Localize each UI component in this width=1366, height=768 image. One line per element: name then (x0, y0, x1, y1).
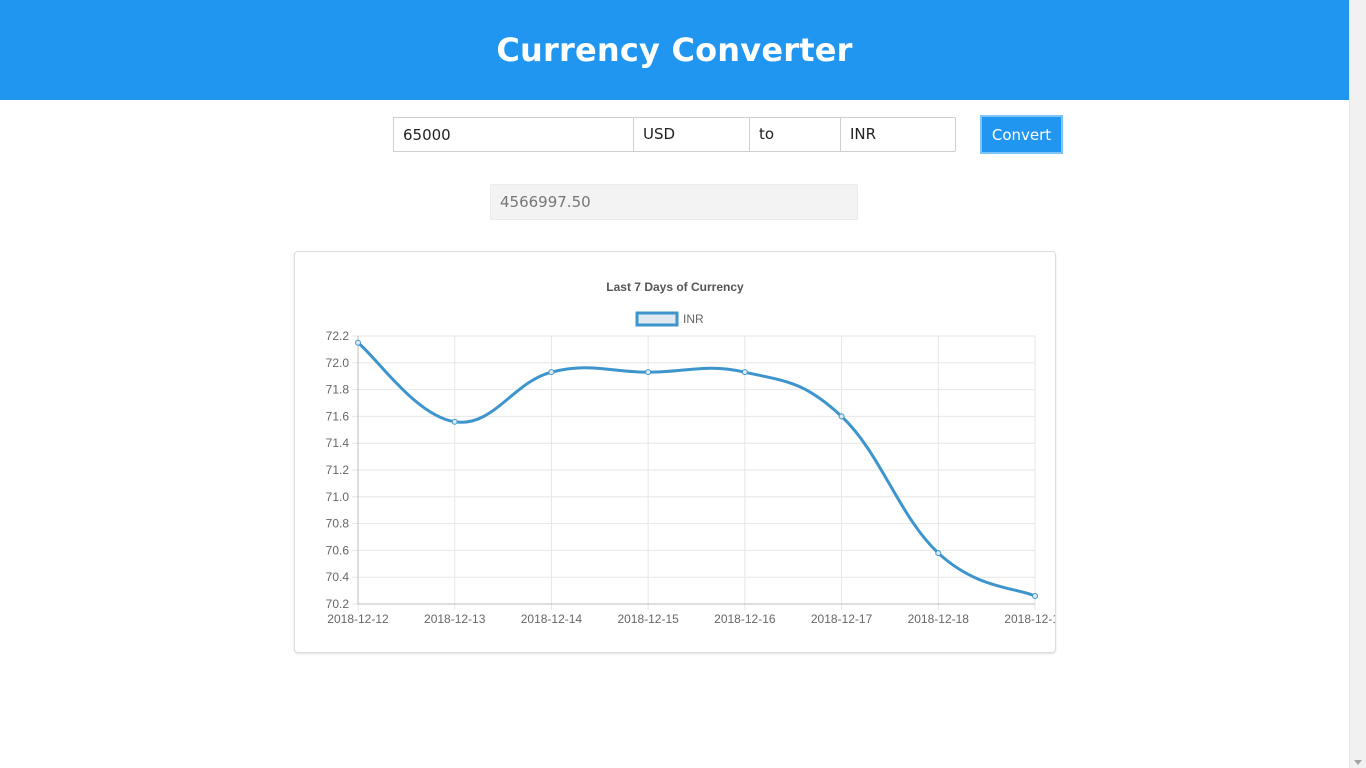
data-point[interactable] (355, 339, 361, 346)
data-point[interactable] (741, 369, 748, 376)
data-point[interactable] (645, 369, 652, 376)
y-tick-label: 70.8 (326, 517, 350, 531)
x-tick-label: 2018-12-15 (617, 612, 679, 626)
from-currency-field[interactable]: USD (633, 117, 750, 152)
legend-label-inr[interactable]: INR (683, 312, 704, 326)
legend-swatch[interactable] (635, 311, 679, 327)
page-title: Currency Converter (496, 31, 853, 69)
data-point[interactable] (451, 418, 458, 425)
x-tick-label: 2018-12-19 (1004, 612, 1055, 626)
app-header: Currency Converter (0, 0, 1349, 100)
to-currency-field[interactable]: INR (840, 117, 956, 152)
data-point[interactable] (1032, 592, 1038, 599)
chart-card: Last 7 Days of Currency INR 72.2 72.0 71.8… (294, 251, 1056, 653)
convert-button[interactable]: Convert (980, 115, 1063, 154)
data-point[interactable] (838, 413, 845, 420)
rate-line-chart: Last 7 Days of Currency INR 72.2 72.0 71.8… (326, 280, 1055, 626)
data-point[interactable] (935, 550, 942, 557)
y-tick-label: 72.2 (326, 329, 350, 343)
result-output: 4566997.50 (490, 184, 858, 220)
series-line-inr (357, 341, 1036, 598)
y-tick-label: 71.2 (326, 463, 350, 477)
y-tick-label: 70.4 (326, 570, 350, 584)
chart-title: Last 7 Days of Currency (606, 280, 744, 294)
x-tick-label: 2018-12-14 (521, 612, 583, 626)
y-tick-label: 70.2 (326, 597, 350, 611)
scroll-down-arrow-icon[interactable] (1354, 760, 1362, 765)
data-point[interactable] (548, 369, 555, 376)
page-scrollbar[interactable] (1349, 0, 1366, 768)
x-tick-label: 2018-12-18 (908, 612, 970, 626)
y-tick-label: 72.0 (326, 356, 350, 370)
x-tick-label: 2018-12-13 (424, 612, 486, 626)
to-label: to (749, 117, 841, 152)
amount-input[interactable] (393, 117, 634, 152)
y-tick-label: 70.6 (326, 543, 350, 557)
y-tick-label: 71.6 (326, 409, 350, 423)
x-tick-label: 2018-12-17 (811, 612, 873, 626)
y-tick-label: 71.8 (326, 383, 350, 397)
y-tick-label: 71.0 (326, 490, 350, 504)
x-tick-label: 2018-12-16 (714, 612, 776, 626)
x-tick-label: 2018-12-12 (327, 612, 389, 626)
y-tick-label: 71.4 (326, 436, 350, 450)
